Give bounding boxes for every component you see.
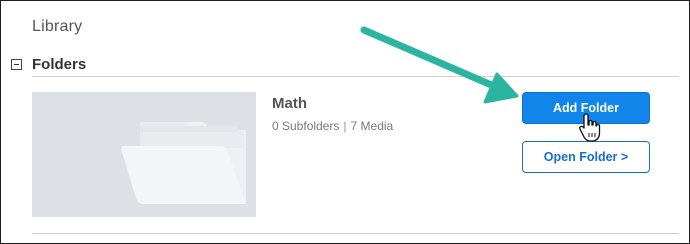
folders-section-title: Folders (32, 56, 87, 73)
media-count: 7 Media (350, 119, 394, 133)
bottom-divider (32, 233, 679, 234)
minus-icon (14, 63, 19, 66)
collapse-toggle-icon[interactable] (11, 59, 22, 70)
library-title: Library (32, 18, 83, 35)
window-frame: Library Folders Math 0 Subfolders | 7 Medi… (0, 0, 690, 244)
folder-thumbnail[interactable] (32, 92, 256, 217)
folder-icon (121, 122, 246, 204)
subfolder-count: 0 Subfolders (272, 119, 340, 133)
open-folder-button[interactable]: Open Folder > (522, 141, 650, 173)
section-divider (32, 76, 679, 77)
meta-separator: | (343, 119, 347, 133)
add-folder-button[interactable]: Add Folder (522, 92, 650, 124)
folder-name[interactable]: Math (272, 95, 307, 112)
folder-meta: 0 Subfolders | 7 Media (272, 119, 393, 133)
